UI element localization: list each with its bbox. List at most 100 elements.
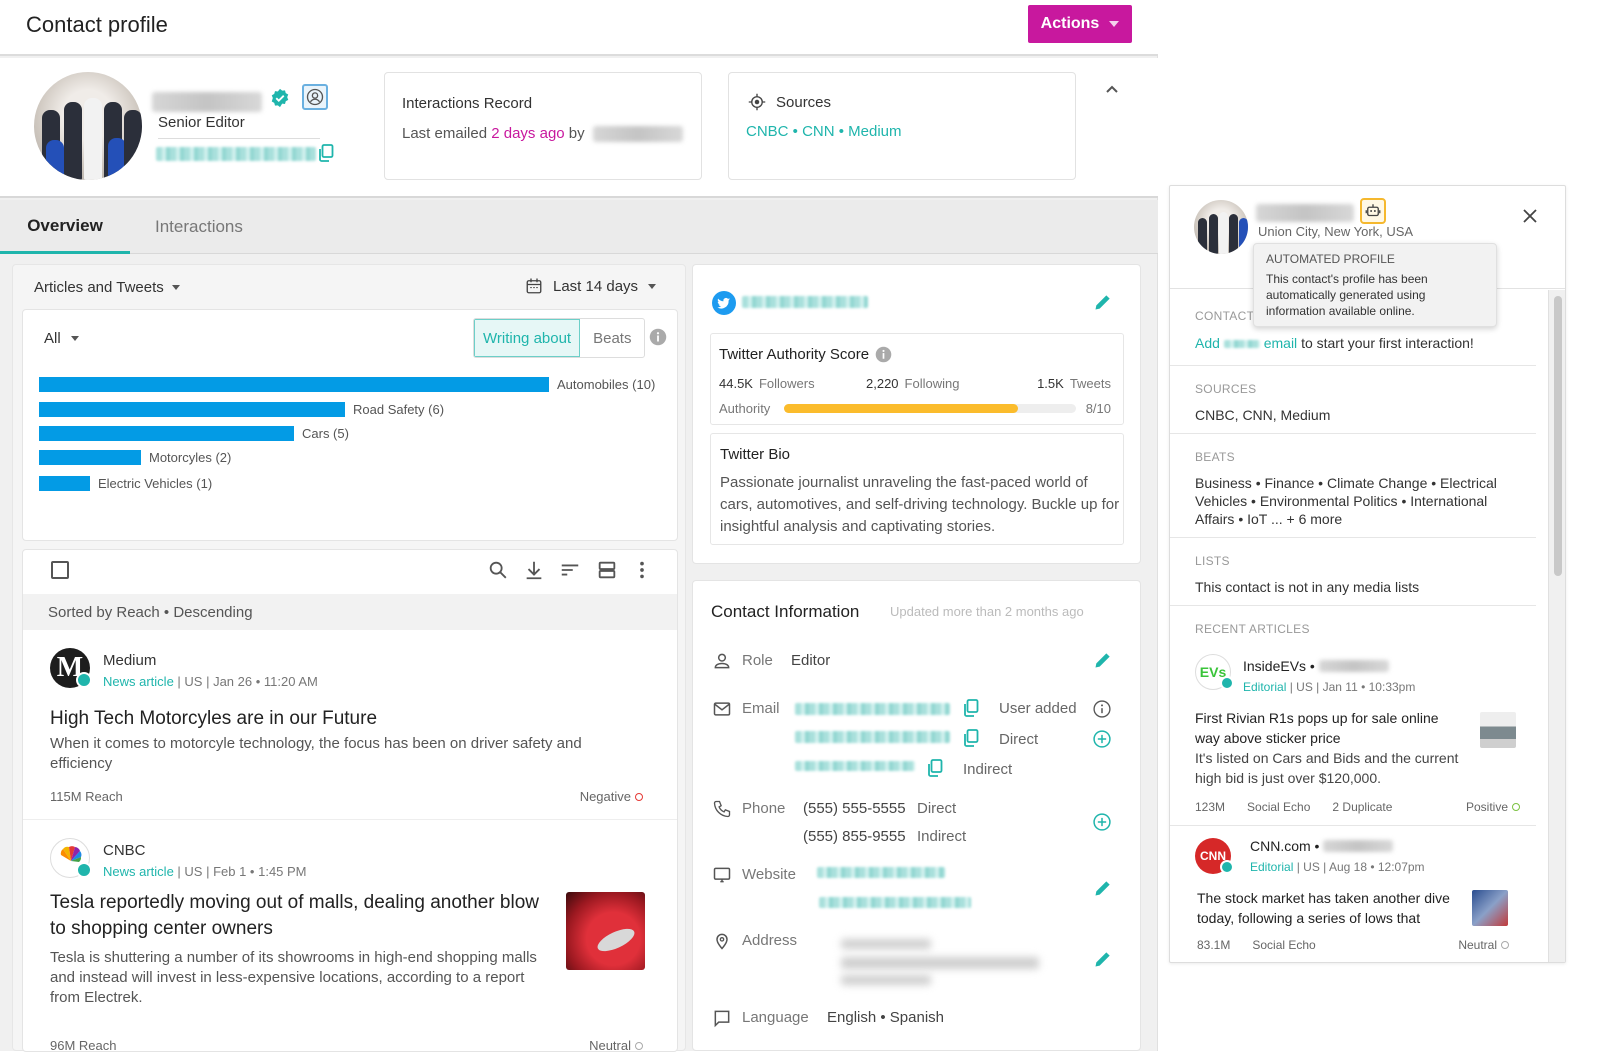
article-date: Jan 26 • 11:20 AM [213, 674, 318, 689]
recent-article-source-name[interactable]: InsideEVs • [1243, 658, 1315, 674]
verified-badge-icon [271, 88, 289, 108]
sort-icon[interactable] [559, 559, 581, 581]
phone-number[interactable]: (555) 555-5555 [803, 800, 906, 817]
select-all-checkbox[interactable] [51, 561, 69, 579]
bar-cars[interactable] [39, 425, 294, 441]
more-vertical-icon[interactable] [631, 559, 653, 581]
profile-type-button[interactable] [302, 84, 328, 110]
add-circle-icon[interactable] [1092, 812, 1112, 832]
copy-icon[interactable] [963, 729, 979, 747]
beats-toggle[interactable]: Beats [580, 319, 644, 357]
phone-number[interactable]: (555) 855-9555 [803, 828, 906, 845]
email-link[interactable]: email [1264, 335, 1297, 351]
authority-progress-fill [784, 404, 1018, 413]
email-redacted[interactable] [795, 703, 950, 715]
lists-value: This contact is not in any media lists [1195, 579, 1420, 595]
address-label: Address [742, 932, 798, 949]
recent-article-source: InsideEVs • [1243, 658, 1389, 674]
scrollbar[interactable] [1548, 290, 1565, 962]
last-emailed-when-link[interactable]: 2 days ago [491, 125, 564, 142]
followers-label: Followers [758, 376, 815, 391]
website-redacted[interactable] [819, 897, 971, 908]
article-item[interactable]: CNBC News article | US | Feb 1 • 1:45 PM… [23, 830, 677, 1052]
chevron-up-icon[interactable] [1104, 84, 1120, 96]
recent-article-date: Jan 11 • 10:33pm [1322, 680, 1416, 694]
bar-electric-vehicles[interactable] [39, 475, 90, 491]
address-redacted [841, 957, 1039, 969]
recent-article-duplicates[interactable]: 2 Duplicate [1332, 800, 1392, 814]
date-range-dropdown[interactable]: Last 14 days [525, 277, 657, 295]
article-title[interactable]: Tesla reportedly moving out of malls, de… [50, 890, 550, 942]
contact-job-title: Senior Editor [158, 114, 245, 131]
article-source[interactable]: CNBC [103, 842, 146, 859]
bar-row[interactable]: Motorcyles (2) [39, 449, 231, 465]
copy-icon[interactable] [963, 699, 979, 717]
mail-icon [713, 702, 731, 716]
edit-pencil-icon[interactable] [1093, 949, 1113, 969]
article-source[interactable]: Medium [103, 652, 156, 669]
close-icon[interactable] [1522, 208, 1538, 224]
email-redacted[interactable] [795, 761, 915, 771]
actions-button[interactable]: Actions [1028, 5, 1132, 43]
twitter-authority-score: Twitter Authority Score 44.5K Followers 2… [710, 333, 1124, 425]
chart-mode-toggle: Writing about Beats [473, 318, 646, 358]
recent-article-source: CNN.com • [1250, 838, 1394, 854]
bar-row[interactable]: Cars (5) [39, 425, 349, 441]
bar-row[interactable]: Road Safety (6) [39, 401, 444, 417]
recent-article-item[interactable]: EVs InsideEVs • Editorial | US | Jan 11 … [1178, 646, 1536, 826]
add-circle-icon[interactable] [1092, 729, 1112, 749]
email-redacted[interactable] [795, 731, 950, 743]
email-label: Email [742, 700, 780, 717]
recent-article-date: Aug 18 • 12:07pm [1328, 860, 1425, 874]
add-email-link[interactable]: Add [1195, 335, 1220, 351]
website-redacted[interactable] [817, 867, 945, 878]
edit-pencil-icon[interactable] [1093, 878, 1113, 898]
article-title[interactable]: High Tech Motorcyles are in our Future [50, 706, 650, 732]
recent-article-summary[interactable]: The stock market has taken another dive … [1197, 888, 1467, 928]
role-value: Editor [791, 652, 831, 669]
bar-row[interactable]: Automobiles (10) [39, 376, 655, 392]
view-layout-icon[interactable] [596, 559, 618, 581]
sources-links[interactable]: CNBC • CNN • Medium [746, 123, 902, 140]
recent-articles-label: RECENT ARTICLES [1195, 622, 1310, 636]
sort-indicator: Sorted by Reach • Descending [23, 594, 677, 630]
recent-article-source-name[interactable]: CNN.com • [1250, 838, 1319, 854]
contact-email-redacted[interactable] [156, 147, 316, 161]
following-stat: 2,220 Following [866, 376, 959, 391]
recent-article-thumbnail[interactable] [1472, 890, 1508, 926]
phone-label: Phone [742, 800, 786, 817]
recent-article-item[interactable]: CNN CNN.com • Editorial | US | Aug 18 • … [1170, 826, 1536, 962]
copy-icon[interactable] [927, 759, 943, 777]
info-icon[interactable] [649, 328, 667, 346]
info-outline-icon[interactable] [1092, 699, 1112, 719]
content-type-dropdown[interactable]: Articles and Tweets [34, 279, 180, 296]
bar-motorcyles[interactable] [39, 449, 141, 465]
writing-about-toggle[interactable]: Writing about [474, 319, 581, 357]
recent-article-title[interactable]: First Rivian R1s pops up for sale online… [1195, 708, 1465, 748]
automated-profile-tooltip: AUTOMATED PROFILE This contact's profile… [1253, 243, 1497, 327]
bar-road-safety[interactable] [39, 401, 345, 417]
search-icon[interactable] [487, 559, 509, 581]
article-item[interactable]: M Medium News article | US | Jan 26 • 11… [23, 630, 677, 820]
bar-row[interactable]: Electric Vehicles (1) [39, 475, 212, 491]
info-icon[interactable] [875, 346, 892, 363]
download-icon[interactable] [523, 559, 545, 581]
article-reach: 115M Reach [50, 789, 123, 804]
recent-article-echo: Social Echo [1252, 938, 1316, 952]
recent-article-thumbnail[interactable] [1480, 712, 1516, 748]
top-bar: Contact profile Actions [0, 0, 1158, 56]
copy-icon[interactable] [318, 144, 334, 162]
edit-pencil-icon[interactable] [1093, 650, 1113, 670]
automated-profile-button[interactable] [1360, 198, 1386, 224]
all-filter-dropdown[interactable]: All [44, 330, 79, 347]
lists-section: LISTS This contact is not in any media l… [1170, 538, 1536, 606]
edit-pencil-icon[interactable] [1093, 292, 1113, 312]
twitter-handle-redacted[interactable] [742, 296, 868, 308]
tab-interactions[interactable]: Interactions [155, 200, 243, 254]
scrollbar-thumb[interactable] [1554, 296, 1562, 576]
tab-overview[interactable]: Overview [0, 200, 130, 254]
bar-automobiles[interactable] [39, 376, 549, 392]
sentiment-label: Neutral [589, 1038, 631, 1052]
bar-label: Cars (5) [302, 425, 349, 441]
article-thumbnail[interactable] [566, 892, 645, 970]
